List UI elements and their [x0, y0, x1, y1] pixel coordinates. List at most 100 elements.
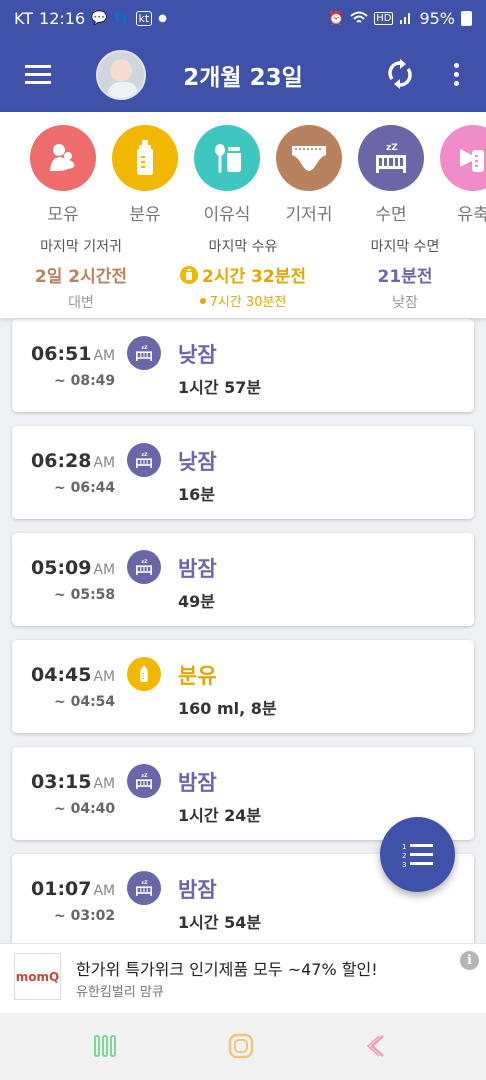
record-end: ~ 03:02	[54, 908, 116, 924]
summary-sub-row: 7시간 30분전	[199, 291, 287, 310]
home-icon	[228, 1033, 254, 1059]
record-time-row: 03:15 AM	[31, 771, 115, 793]
svg-text:zZ: zZ	[141, 345, 148, 351]
svg-text:zZ: zZ	[141, 773, 148, 779]
record-card[interactable]: 06:28 AM ~ 06:44 zZ 낮잠 16분	[12, 426, 474, 519]
summary-sub: 대변	[68, 295, 94, 311]
system-nav-bar	[0, 1013, 486, 1080]
summary-sub: 낮잠	[392, 295, 418, 311]
svg-text:zZ: zZ	[141, 880, 148, 886]
category-label: 이유식	[203, 205, 251, 225]
summary-sleep[interactable]: 마지막 수면 21분전 낮잠	[324, 236, 486, 312]
svg-text:3: 3	[402, 861, 406, 869]
category-label: 유축	[457, 205, 486, 225]
record-start: 06:28	[31, 450, 92, 472]
alarm-icon: ⏰	[328, 10, 345, 26]
more-vert-icon	[453, 62, 459, 68]
record-ampm: AM	[93, 669, 116, 685]
app-bar: 2개월 23일	[0, 36, 486, 112]
numbered-list-icon: 1 2 3	[402, 843, 433, 869]
record-detail: 1시간 57분	[178, 378, 262, 397]
summary-title: 마지막 기저귀	[40, 239, 122, 255]
baby-avatar[interactable]	[96, 50, 146, 100]
category-baby-food[interactable]: 이유식	[186, 125, 268, 225]
record-time-row: 06:51 AM	[31, 343, 115, 365]
record-start: 03:15	[31, 771, 92, 793]
battery-percent: 95%	[419, 8, 455, 28]
hamburger-icon	[25, 72, 51, 76]
category-label: 분유	[129, 205, 161, 225]
record-card[interactable]: 04:45 AM ~ 04:54 분유 160 ml, 8분	[12, 640, 474, 733]
breastfeeding-icon	[30, 125, 96, 191]
summary-value: 21분전	[377, 267, 433, 287]
bottle-icon	[180, 265, 199, 284]
record-start: 05:09	[31, 557, 92, 579]
menu-button[interactable]	[0, 36, 76, 112]
category-breastfeeding[interactable]: 모유	[22, 125, 104, 225]
wifi-icon	[350, 11, 368, 23]
back-button[interactable]	[357, 1031, 397, 1061]
summary-title: 마지막 수면	[370, 239, 440, 255]
category-label: 수면	[375, 205, 407, 225]
category-diaper[interactable]: 기저귀	[268, 125, 350, 225]
record-ampm: AM	[93, 883, 116, 899]
category-sleep[interactable]: zZ 수면	[350, 125, 432, 225]
crib-icon: zZ	[127, 871, 161, 905]
record-detail: 49분	[178, 592, 215, 611]
record-type: 분유	[178, 664, 217, 688]
crib-icon: zZ	[358, 125, 424, 191]
record-card[interactable]: 05:09 AM ~ 05:58 zZ 밤잠 49분	[12, 533, 474, 626]
crib-icon: zZ	[127, 443, 161, 477]
category-label: 기저귀	[285, 205, 333, 225]
ad-sponsor: 유한킴벌리 맘큐	[76, 985, 164, 1000]
svg-text:zZ: zZ	[386, 143, 398, 153]
diaper-icon	[276, 125, 342, 191]
list-view-fab[interactable]: 1 2 3	[380, 817, 455, 892]
record-type: 밤잠	[178, 557, 217, 581]
crib-icon: zZ	[127, 550, 161, 584]
info-icon[interactable]: i	[460, 951, 479, 970]
summary-value: 2시간 32분전	[202, 267, 306, 287]
recent-apps-icon	[94, 1035, 116, 1057]
record-ampm: AM	[93, 562, 116, 578]
svg-text:zZ: zZ	[141, 452, 148, 458]
home-button[interactable]	[221, 1031, 261, 1061]
summary-value: 2일 2시간전	[34, 267, 128, 287]
breast-pump-icon	[440, 125, 486, 191]
battery-icon	[461, 10, 472, 26]
record-time-row: 06:28 AM	[31, 450, 115, 472]
signal-icon	[400, 13, 411, 24]
record-detail: 1시간 24분	[178, 806, 262, 825]
record-end: ~ 05:58	[54, 587, 116, 603]
bottle-icon	[112, 125, 178, 191]
record-detail: 160 ml, 8분	[178, 699, 277, 718]
record-ampm: AM	[93, 776, 116, 792]
sync-icon	[388, 59, 412, 89]
more-options-button[interactable]	[440, 54, 472, 94]
record-start: 06:51	[31, 343, 92, 365]
clock: 12:16	[39, 8, 86, 28]
recent-apps-button[interactable]	[85, 1031, 125, 1061]
sync-button[interactable]	[384, 54, 416, 94]
summary-value-row: 2시간 32분전	[180, 262, 306, 287]
category-row: 모유 분유 이유식 기저귀 zZ 수면 유축	[22, 125, 486, 225]
carrier-label: KT	[14, 8, 34, 28]
summary-feeding[interactable]: 마지막 수유 2시간 32분전 7시간 30분전	[162, 236, 324, 312]
crib-icon: zZ	[127, 764, 161, 798]
record-type: 낮잠	[178, 343, 217, 367]
summary-sub: 7시간 30분전	[209, 295, 287, 310]
category-panel: 모유 분유 이유식 기저귀 zZ 수면 유축 마지막 기저귀 2일 2시간전 대…	[0, 112, 486, 318]
record-end: ~ 06:44	[54, 480, 116, 496]
ad-banner[interactable]: momQ 한가위 특가위크 인기제품 모두 ~47% 할인! 유한킴벌리 맘큐 …	[0, 943, 486, 1013]
summary-diaper[interactable]: 마지막 기저귀 2일 2시간전 대변	[0, 236, 162, 312]
hd-icon: HD	[374, 11, 394, 25]
back-icon	[367, 1035, 384, 1057]
category-pump[interactable]: 유축	[432, 125, 486, 225]
record-start: 01:07	[31, 878, 92, 900]
carrier-badge-icon: kt	[135, 10, 153, 26]
category-formula[interactable]: 분유	[104, 125, 186, 225]
record-type: 밤잠	[178, 878, 217, 902]
record-detail: 1시간 54분	[178, 913, 262, 932]
record-detail: 16분	[178, 485, 215, 504]
record-card[interactable]: 06:51 AM ~ 08:49 zZ 낮잠 1시간 57분	[12, 319, 474, 412]
